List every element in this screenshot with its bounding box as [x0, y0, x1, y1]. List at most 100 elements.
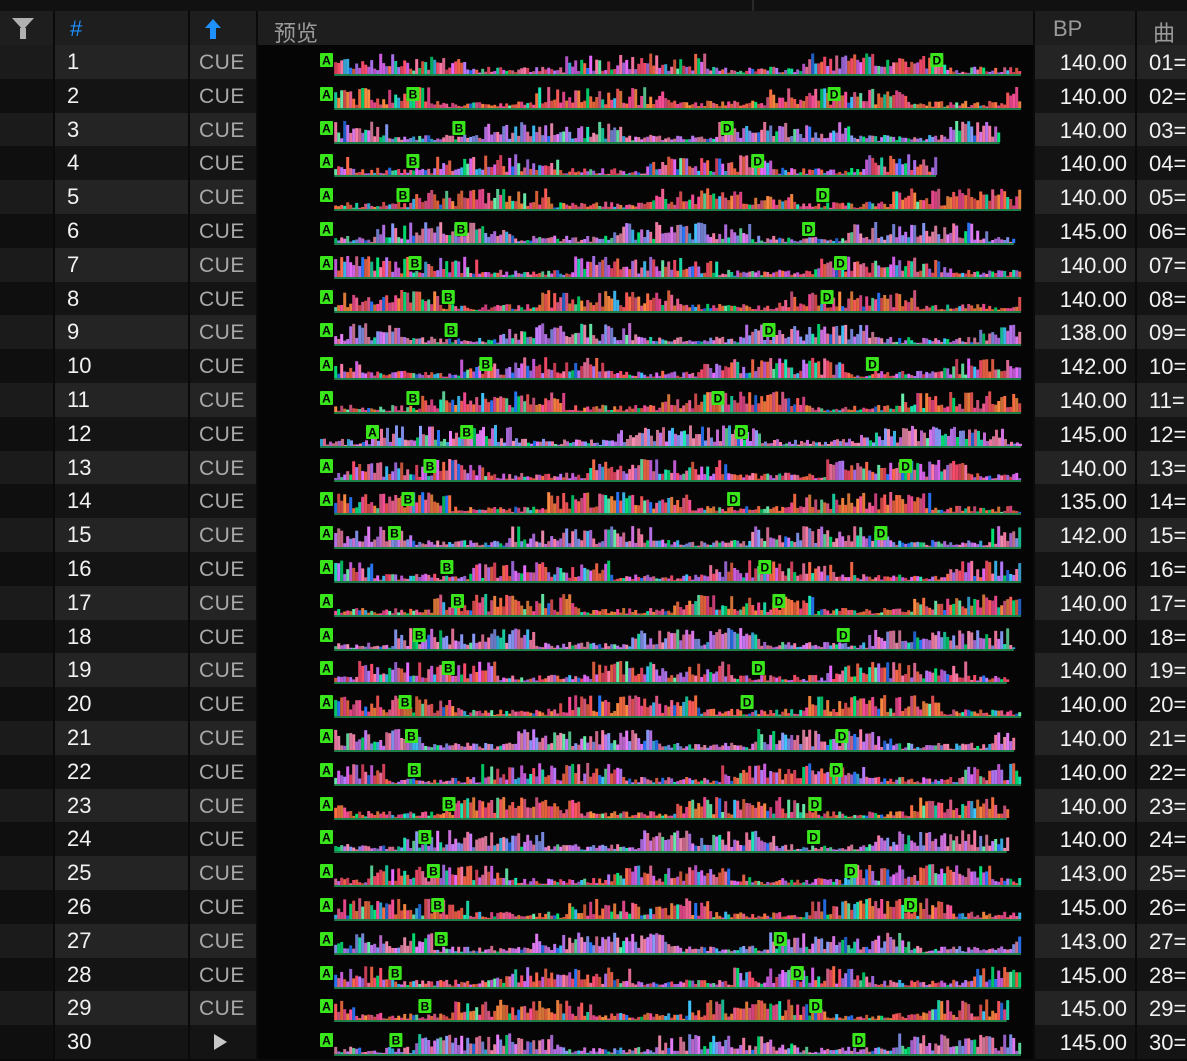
preview-header[interactable]: 预览 — [258, 11, 1035, 46]
cue-button[interactable]: CUE — [199, 186, 245, 210]
cue-cell[interactable]: CUE — [190, 112, 258, 147]
waveform-preview[interactable]: ABD — [258, 281, 1035, 316]
cue-button[interactable]: CUE — [199, 457, 245, 481]
cue-marker-a[interactable]: A — [320, 627, 333, 643]
cue-marker-d[interactable]: D — [740, 695, 754, 710]
cue-button[interactable]: CUE — [199, 51, 245, 75]
cue-button[interactable]: CUE — [199, 119, 245, 143]
row-select-cell[interactable] — [0, 552, 55, 586]
cue-marker-a[interactable]: A — [320, 323, 333, 338]
cue-marker-b[interactable]: B — [406, 86, 420, 102]
cue-marker-b[interactable]: B — [444, 323, 458, 338]
track-row[interactable]: 8 CUE A B D 140.00 08= — [0, 281, 1187, 316]
key-header[interactable]: 曲 — [1137, 11, 1187, 46]
cue-marker-b[interactable]: B — [406, 391, 420, 406]
filter-header[interactable] — [0, 11, 55, 45]
row-select-cell[interactable] — [0, 146, 55, 181]
cue-button[interactable]: CUE — [199, 389, 245, 413]
row-select-cell[interactable] — [0, 416, 55, 451]
cue-marker-a[interactable]: A — [320, 492, 333, 507]
cue-cell[interactable]: CUE — [190, 687, 258, 721]
waveform-preview[interactable]: ABD — [258, 214, 1035, 248]
cue-marker-b[interactable]: B — [441, 289, 455, 305]
row-select-cell[interactable] — [0, 45, 55, 79]
cue-cell[interactable]: CUE — [190, 247, 258, 282]
row-select-cell[interactable] — [0, 619, 55, 654]
cue-button[interactable]: CUE — [199, 254, 245, 278]
cue-marker-a[interactable]: A — [320, 53, 333, 68]
cue-marker-a[interactable]: A — [320, 120, 333, 136]
cue-cell[interactable]: CUE — [190, 653, 258, 688]
cue-marker-d[interactable]: D — [836, 627, 850, 643]
cue-marker-a[interactable]: A — [320, 458, 333, 474]
track-row[interactable]: 9 CUE A B D 138.00 09= — [0, 315, 1187, 350]
cue-marker-d[interactable]: D — [827, 86, 841, 102]
cue-cell[interactable]: CUE — [190, 383, 258, 417]
cue-button[interactable]: CUE — [199, 423, 245, 447]
row-select-cell[interactable] — [0, 112, 55, 147]
track-row[interactable]: 2 CUE A B D 140.00 02= — [0, 78, 1187, 113]
cue-marker-d[interactable]: D — [820, 289, 834, 305]
cue-marker-d[interactable]: D — [802, 222, 816, 237]
row-select-cell[interactable] — [0, 281, 55, 316]
row-select-cell[interactable] — [0, 349, 55, 383]
cue-marker-a[interactable]: A — [320, 222, 333, 237]
waveform-preview[interactable]: ABD — [258, 585, 1035, 620]
cue-marker-b[interactable]: B — [398, 695, 412, 710]
row-select-cell[interactable] — [0, 247, 55, 282]
cue-marker-b[interactable]: B — [423, 458, 437, 474]
track-row[interactable]: 5 CUE A B D 140.00 05= — [0, 180, 1187, 214]
row-select-cell[interactable] — [0, 383, 55, 417]
cue-button[interactable]: CUE — [199, 152, 245, 176]
track-row[interactable]: 15 CUE A B D 142.00 15= — [0, 518, 1187, 552]
cue-cell[interactable]: CUE — [190, 45, 258, 79]
waveform-preview[interactable]: ABD — [258, 416, 1035, 451]
cue-marker-b[interactable]: B — [408, 255, 422, 271]
cue-cell[interactable]: CUE — [190, 518, 258, 552]
cue-marker-a[interactable]: A — [320, 391, 333, 406]
track-row[interactable]: 21 CUE A B D 140.00 21= — [0, 721, 1187, 755]
track-row[interactable]: 14 CUE A B D 135.00 14= — [0, 484, 1187, 519]
cue-marker-d[interactable]: D — [874, 526, 888, 541]
row-select-cell[interactable] — [0, 315, 55, 350]
cue-cell[interactable]: CUE — [190, 416, 258, 451]
cue-marker-a[interactable]: A — [320, 255, 333, 271]
cue-cell[interactable]: CUE — [190, 619, 258, 654]
waveform-preview[interactable]: ABD — [258, 518, 1035, 552]
waveform-preview[interactable]: ABD — [258, 315, 1035, 350]
cue-button[interactable]: CUE — [199, 321, 245, 345]
cue-button[interactable]: CUE — [199, 659, 245, 683]
cue-marker-b[interactable]: B — [388, 526, 401, 541]
cue-marker-d[interactable]: D — [865, 357, 879, 372]
row-select-cell[interactable] — [0, 484, 55, 519]
cue-marker-b[interactable]: B — [401, 492, 415, 507]
track-row[interactable]: 18 CUE A B D 140.00 18= — [0, 619, 1187, 654]
row-select-cell[interactable] — [0, 721, 55, 755]
cue-marker-b[interactable]: B — [452, 120, 466, 136]
waveform-preview[interactable]: ABD — [258, 687, 1035, 721]
track-row[interactable]: 19 CUE A B D 140.00 19= — [0, 653, 1187, 688]
track-row[interactable]: 11 CUE A B D 140.00 11= — [0, 383, 1187, 417]
track-row[interactable]: 6 CUE A B D 145.00 06= — [0, 214, 1187, 248]
cue-cell[interactable]: CUE — [190, 315, 258, 350]
cue-marker-d[interactable]: D — [899, 458, 913, 474]
waveform-preview[interactable]: ABD — [258, 653, 1035, 688]
cue-marker-d[interactable]: D — [816, 188, 830, 203]
cue-marker-a[interactable]: A — [366, 424, 379, 440]
waveform-preview[interactable]: AD — [258, 45, 1035, 79]
cue-marker-d[interactable]: D — [751, 661, 765, 676]
cue-marker-d[interactable]: D — [727, 492, 741, 507]
cue-button[interactable]: CUE — [199, 288, 245, 312]
cue-button[interactable]: CUE — [199, 592, 245, 616]
cue-marker-a[interactable]: A — [320, 695, 333, 710]
track-row[interactable]: 12 CUE A B D 145.00 12= — [0, 416, 1187, 451]
row-select-cell[interactable] — [0, 687, 55, 721]
cue-marker-b[interactable]: B — [396, 188, 410, 203]
row-select-cell[interactable] — [0, 585, 55, 620]
cue-cell[interactable]: CUE — [190, 146, 258, 181]
num-header[interactable]: # — [55, 11, 221, 45]
track-row[interactable]: 7 CUE A B D 140.00 07= — [0, 247, 1187, 282]
cue-marker-b[interactable]: B — [460, 424, 474, 440]
cue-button[interactable]: CUE — [199, 693, 245, 717]
row-select-cell[interactable] — [0, 214, 55, 248]
